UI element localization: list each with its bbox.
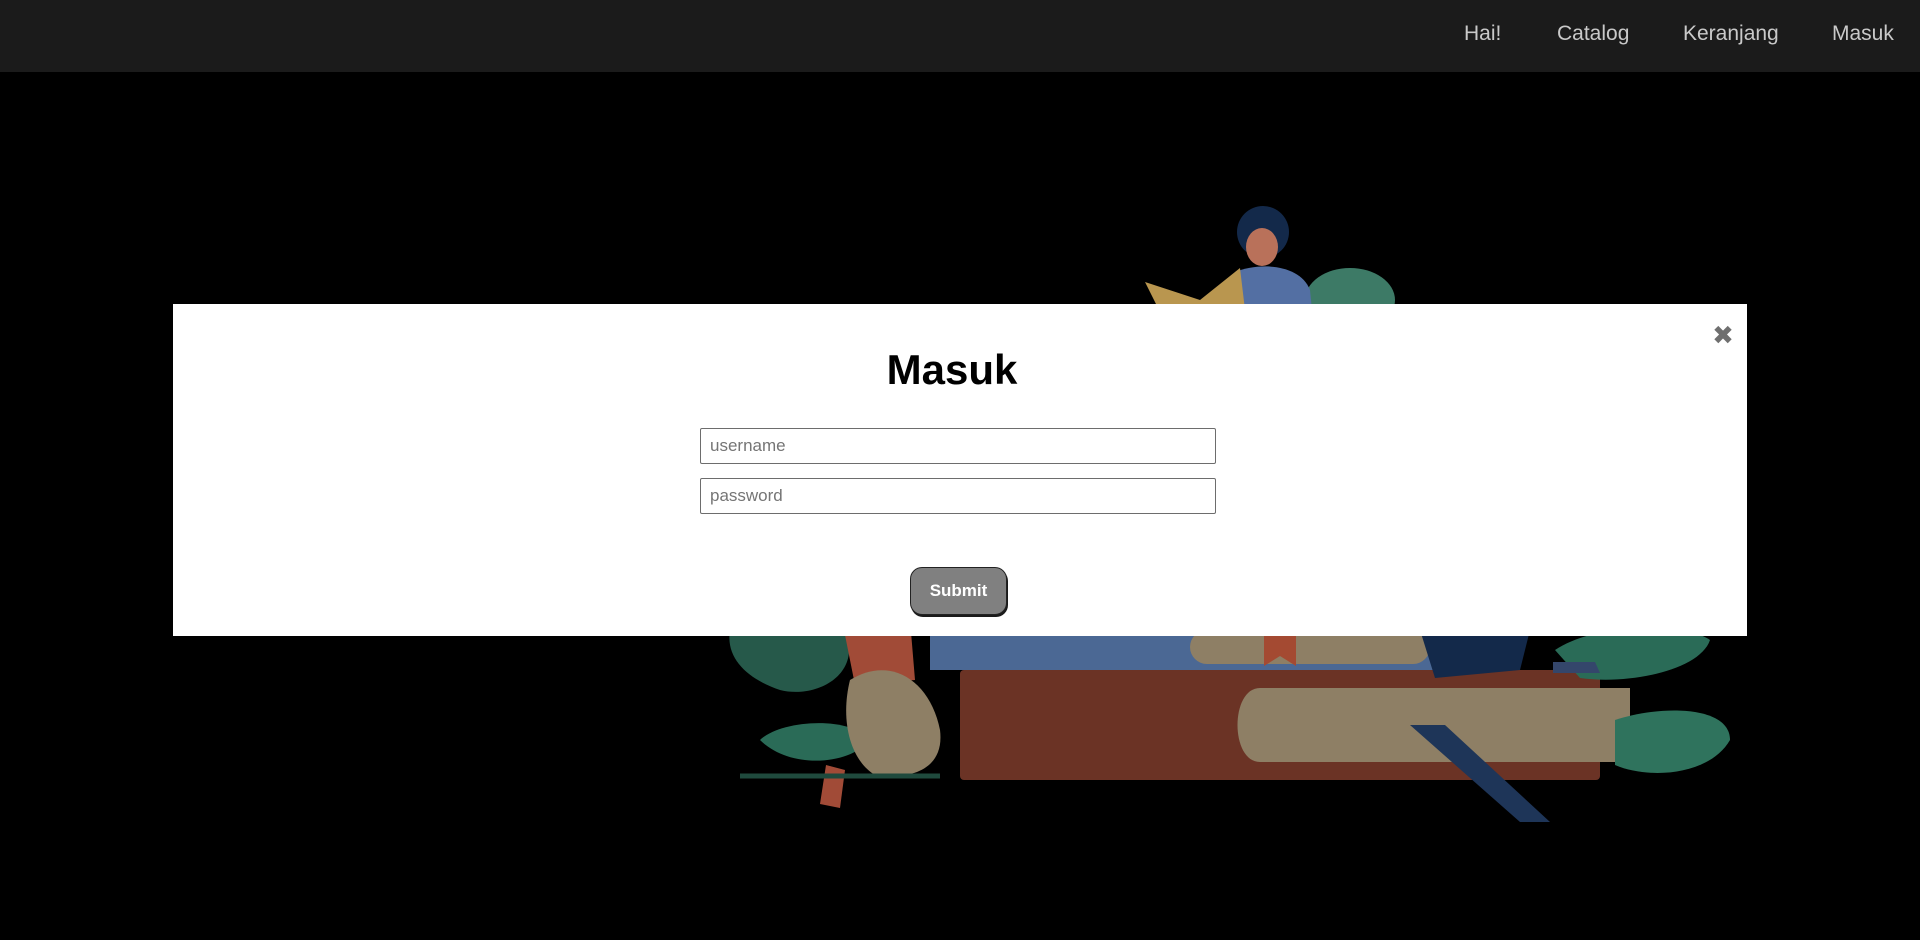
password-input[interactable] bbox=[700, 478, 1216, 514]
person-right-shoe bbox=[1553, 662, 1600, 673]
submit-button[interactable]: Submit bbox=[910, 567, 1007, 615]
nav-link-masuk[interactable]: Masuk bbox=[1832, 22, 1894, 46]
person-left-legs bbox=[846, 670, 941, 777]
username-input[interactable] bbox=[700, 428, 1216, 464]
leaf-right-bottom bbox=[1615, 710, 1730, 773]
nav-link-catalog[interactable]: Catalog bbox=[1557, 22, 1629, 46]
person-top-face bbox=[1246, 228, 1278, 266]
login-modal: ✖ Masuk Submit bbox=[173, 304, 1747, 636]
top-navbar: Hai! Catalog Keranjang Masuk bbox=[0, 0, 1920, 72]
person-left-foot bbox=[820, 765, 845, 808]
nav-link-keranjang[interactable]: Keranjang bbox=[1683, 22, 1779, 46]
nav-link-hai[interactable]: Hai! bbox=[1464, 22, 1501, 46]
modal-title: Masuk bbox=[886, 346, 1018, 393]
